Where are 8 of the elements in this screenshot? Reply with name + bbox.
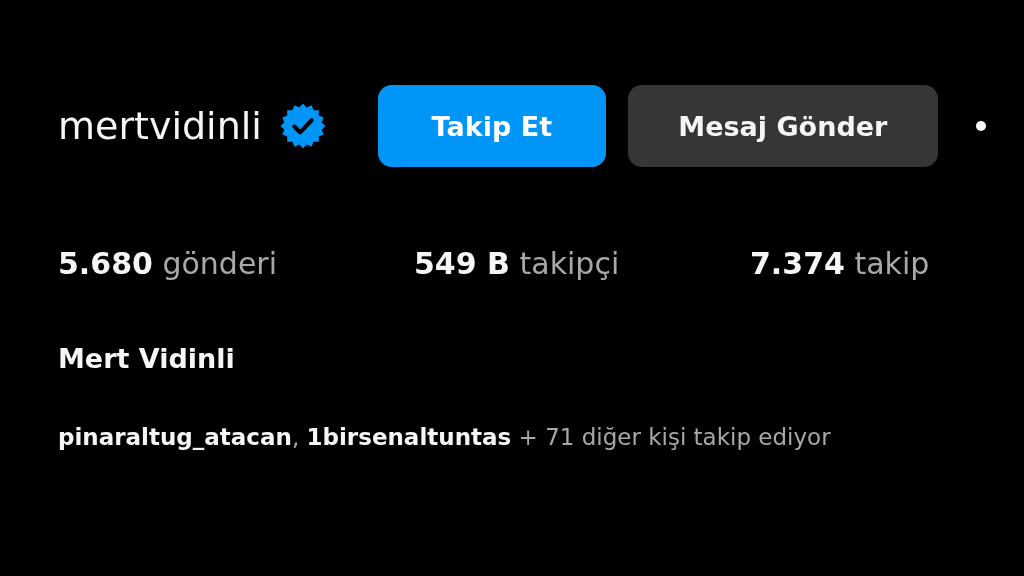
full-name: Mert Vidinli	[58, 343, 236, 374]
followed-by-text: pinaraltug_atacan, 1birsenaltuntas + 71 diğer kişi takip ediyor	[58, 424, 832, 450]
stat-text[interactable]: 549 B takipçi	[414, 246, 750, 281]
username: mertvidinli	[58, 104, 262, 148]
stat-text[interactable]: 7.374 takip	[750, 246, 930, 281]
dot-icon[interactable]	[975, 121, 986, 131]
stat-text[interactable]: 5.680 gönderi	[58, 246, 414, 281]
message-button[interactable]: Mesaj Gönder	[627, 85, 938, 167]
